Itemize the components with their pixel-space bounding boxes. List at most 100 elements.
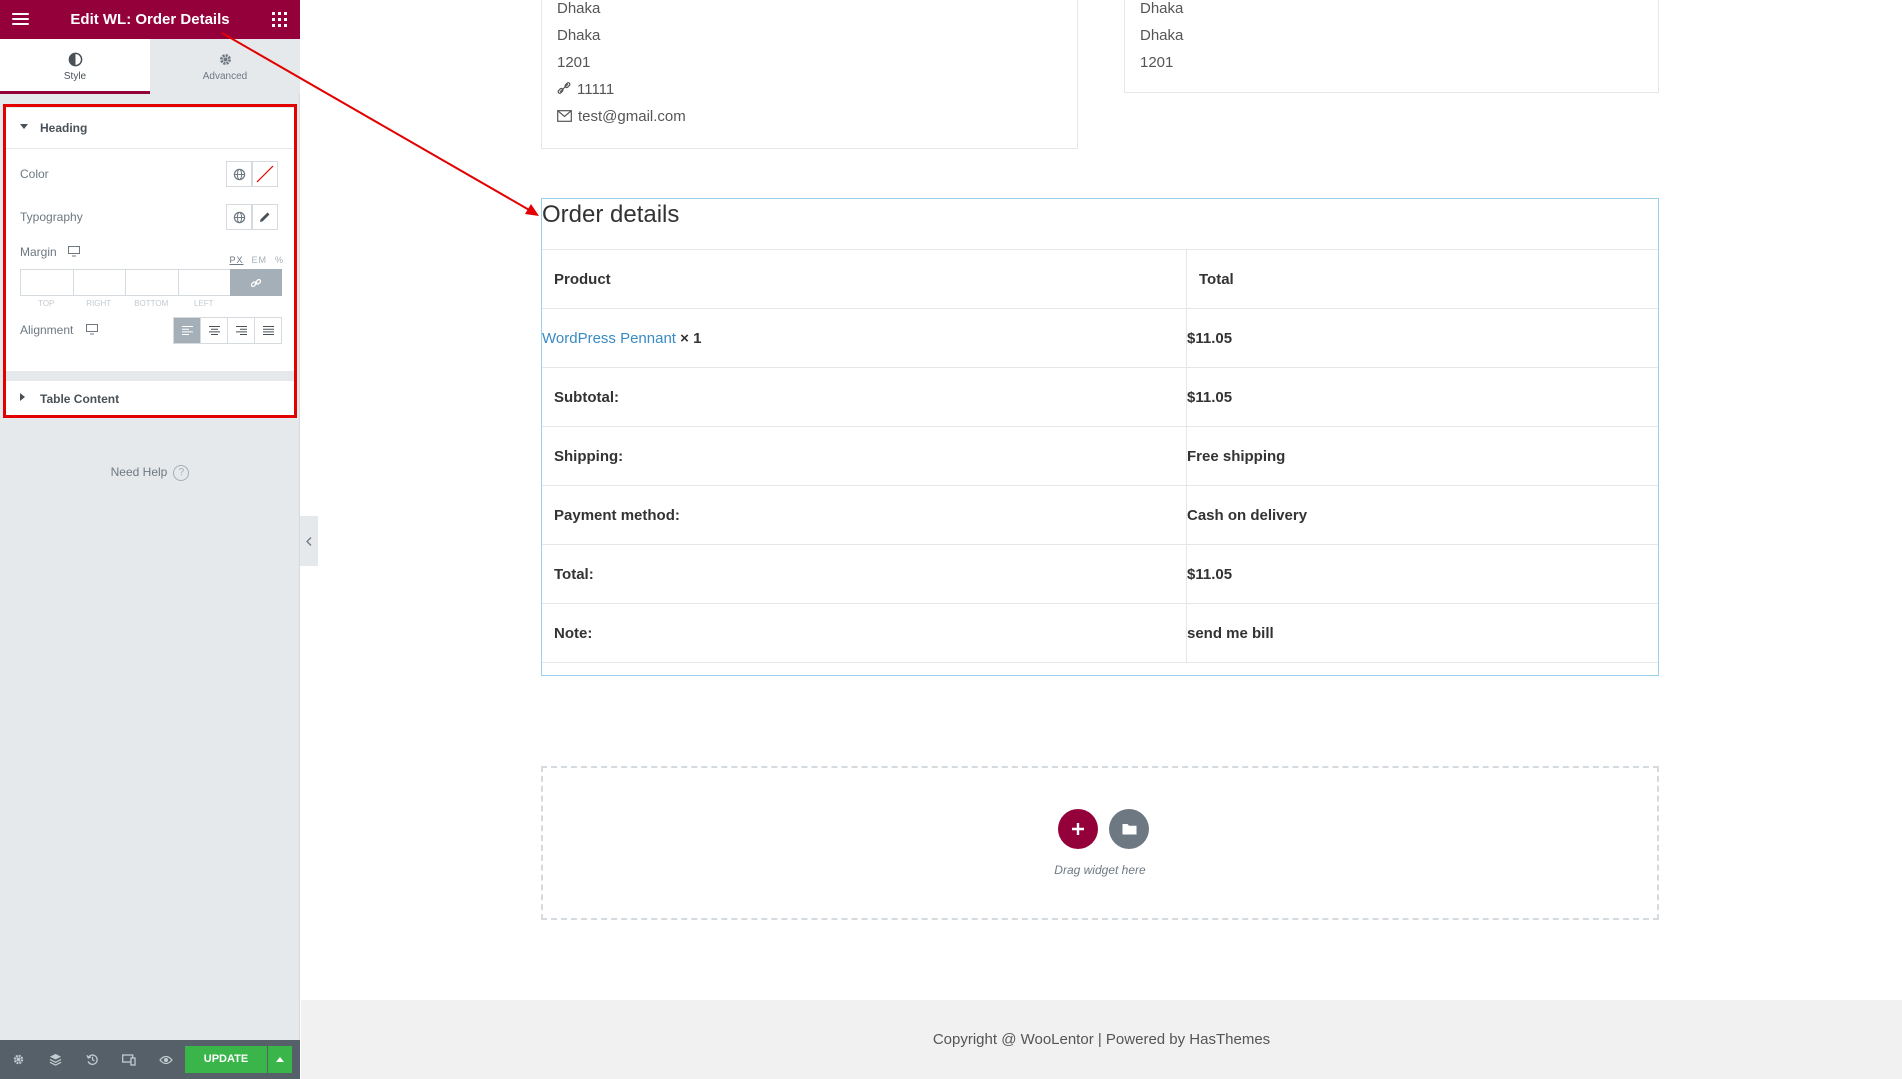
phone-number: 11111 bbox=[577, 81, 615, 98]
preview-button[interactable] bbox=[148, 1040, 184, 1079]
margin-left-input[interactable] bbox=[177, 269, 230, 296]
heading-controls: Color Typography Margin PX EM% TOP RIGHT… bbox=[6, 148, 294, 371]
unit-percent[interactable]: % bbox=[275, 255, 284, 265]
phone-icon bbox=[557, 82, 571, 94]
plus-icon bbox=[1072, 823, 1084, 835]
margin-bottom-input[interactable] bbox=[125, 269, 178, 296]
chevron-left-icon bbox=[306, 536, 312, 546]
address-line: Dhaka bbox=[557, 0, 601, 17]
table-row: WordPress Pennant × 1 $11.05 bbox=[542, 308, 1658, 368]
tab-style[interactable]: Style bbox=[0, 39, 150, 94]
link-values-button[interactable] bbox=[230, 269, 282, 296]
row-label: Shipping: bbox=[542, 426, 1187, 486]
dimension-labels: TOP RIGHT BOTTOM LEFT bbox=[20, 299, 230, 308]
editor-panel: Edit WL: Order Details Style Advanced He… bbox=[0, 0, 300, 1079]
alignment-label: Alignment bbox=[20, 323, 74, 337]
global-color-button[interactable] bbox=[226, 161, 252, 187]
navigator-button[interactable] bbox=[37, 1040, 73, 1079]
order-details-widget[interactable]: Order details Product Total WordPress Pe… bbox=[541, 198, 1659, 693]
table-content-section-toggle[interactable]: Table Content bbox=[6, 381, 294, 417]
row-value: send me bill bbox=[1186, 603, 1658, 663]
pencil-icon bbox=[260, 212, 270, 222]
table-row: Payment method: Cash on delivery bbox=[542, 485, 1658, 545]
address-line: Dhaka bbox=[557, 27, 601, 44]
dim-label-left: LEFT bbox=[193, 299, 214, 308]
order-table: Product Total WordPress Pennant × 1 $11.… bbox=[542, 249, 1658, 693]
empty-section-dropzone[interactable]: Drag widget here bbox=[541, 766, 1659, 920]
responsive-icon bbox=[122, 1053, 136, 1066]
empty-cell bbox=[542, 662, 1658, 693]
margin-top-input[interactable] bbox=[20, 269, 73, 296]
add-template-button[interactable] bbox=[1109, 809, 1149, 849]
dim-label-right: RIGHT bbox=[86, 299, 112, 308]
unit-em[interactable]: EM bbox=[251, 255, 267, 265]
style-controls: Heading Color Typography Margin PX EM% T… bbox=[6, 108, 294, 417]
unit-selector: PX EM% bbox=[221, 255, 284, 265]
alignment-choices bbox=[173, 317, 282, 344]
annotation-arrow-head bbox=[525, 204, 539, 216]
half-circle-icon bbox=[68, 52, 82, 67]
section-separator bbox=[6, 371, 294, 381]
row-value: Cash on delivery bbox=[1186, 485, 1658, 545]
panel-title: Edit WL: Order Details bbox=[70, 11, 230, 28]
table-content-title: Table Content bbox=[40, 392, 120, 406]
dim-label-bottom: BOTTOM bbox=[134, 299, 169, 308]
phone-line: 11111 bbox=[557, 81, 614, 98]
align-justify-button[interactable] bbox=[254, 318, 281, 343]
product-link[interactable]: WordPress Pennant bbox=[542, 330, 676, 347]
typography-label: Typography bbox=[20, 210, 83, 224]
unit-px[interactable]: PX bbox=[229, 255, 243, 265]
history-button[interactable] bbox=[74, 1040, 110, 1079]
save-options-button[interactable] bbox=[268, 1046, 292, 1073]
row-value: Free shipping bbox=[1186, 426, 1658, 486]
collapse-panel-button[interactable] bbox=[300, 516, 318, 566]
edit-typography-button[interactable] bbox=[252, 204, 278, 230]
caret-right-icon bbox=[20, 393, 25, 401]
tab-advanced[interactable]: Advanced bbox=[150, 39, 300, 94]
tab-style-label: Style bbox=[63, 71, 87, 82]
align-right-icon bbox=[235, 326, 247, 335]
margin-label: Margin bbox=[20, 245, 57, 259]
link-icon bbox=[250, 278, 262, 287]
heading-section-toggle[interactable]: Heading bbox=[6, 108, 294, 148]
email-line: test@gmail.com bbox=[557, 108, 686, 125]
align-right-button[interactable] bbox=[227, 318, 254, 343]
table-row: Note: send me bill bbox=[542, 603, 1658, 663]
panel-header: Edit WL: Order Details bbox=[0, 0, 300, 39]
product-header: Product bbox=[542, 249, 1187, 309]
eye-icon bbox=[159, 1055, 173, 1064]
settings-button[interactable] bbox=[0, 1040, 36, 1079]
align-justify-icon bbox=[262, 326, 274, 335]
global-typography-button[interactable] bbox=[226, 204, 252, 230]
align-center-icon bbox=[208, 326, 220, 335]
globe-icon bbox=[233, 168, 245, 180]
desktop-icon[interactable] bbox=[68, 246, 80, 257]
widgets-grid-icon[interactable] bbox=[272, 12, 287, 27]
envelope-icon bbox=[557, 110, 572, 122]
globe-icon bbox=[233, 211, 245, 223]
responsive-mode-button[interactable] bbox=[111, 1040, 147, 1079]
update-button[interactable]: UPDATE bbox=[185, 1046, 267, 1073]
need-help-link[interactable]: Need Help? bbox=[0, 465, 300, 481]
table-header-row: Product Total bbox=[542, 249, 1658, 309]
align-left-icon bbox=[181, 326, 193, 335]
panel-tabs: Style Advanced bbox=[0, 39, 300, 94]
margin-right-input[interactable] bbox=[72, 269, 125, 296]
total-header: Total bbox=[1186, 249, 1658, 309]
billing-address-card: Dhaka Dhaka 1201 11111 test@gmail.com bbox=[541, 0, 1078, 149]
product-quantity: × 1 bbox=[680, 329, 702, 347]
dim-label-top: TOP bbox=[38, 299, 55, 308]
row-value: $11.05 bbox=[1186, 367, 1658, 427]
align-center-button[interactable] bbox=[200, 318, 227, 343]
history-icon bbox=[85, 1054, 98, 1065]
heading-section-title: Heading bbox=[40, 121, 88, 135]
add-section-button[interactable] bbox=[1058, 809, 1098, 849]
shipping-address-card: Dhaka Dhaka 1201 bbox=[1124, 0, 1659, 93]
desktop-icon[interactable] bbox=[86, 324, 98, 335]
align-left-button[interactable] bbox=[174, 318, 200, 343]
tab-advanced-label: Advanced bbox=[202, 71, 248, 82]
gear-icon bbox=[219, 54, 231, 65]
color-picker-button[interactable] bbox=[252, 161, 278, 187]
product-cell: WordPress Pennant × 1 bbox=[542, 308, 1187, 368]
table-row: Subtotal: $11.05 bbox=[542, 367, 1658, 427]
